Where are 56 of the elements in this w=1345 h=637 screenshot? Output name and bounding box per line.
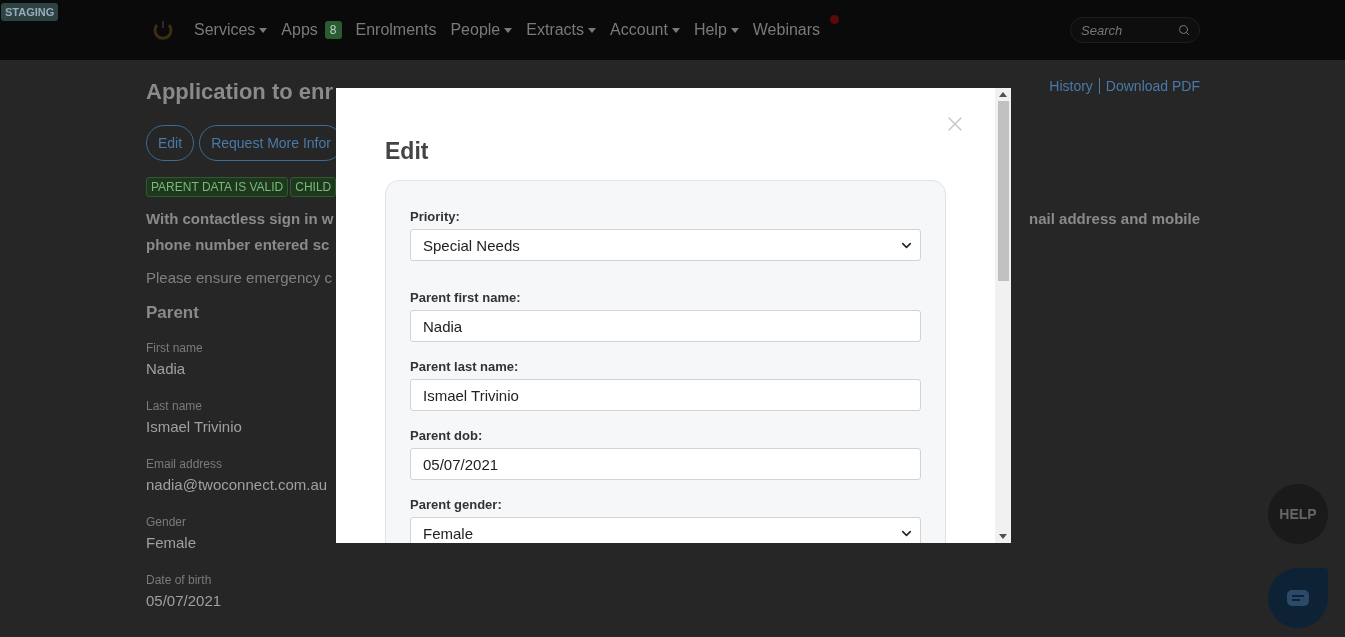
field-value: 05/07/2021 [146,591,222,611]
history-link[interactable]: History [1049,78,1093,94]
input-field[interactable]: Nadia [410,310,921,342]
notice-text: With contactless sign in w phone number entered sc [146,209,334,255]
dialog-title: Edit [385,138,430,164]
input-field[interactable]: 05/07/2021 [410,448,921,480]
nav-link[interactable]: Extracts [526,13,597,47]
form-label: Parent gender: [410,497,503,512]
form-label: Parent first name: [410,290,522,305]
logo-icon [152,19,174,41]
search-icon [1178,24,1190,36]
nav-link[interactable]: Enrolments [355,13,437,47]
caret-icon [730,27,739,33]
page-title: Application to enr [146,78,333,106]
select-field[interactable]: Female [410,517,921,543]
section-heading: Parent [146,302,200,324]
field-label: Date of birth [146,572,212,588]
scroll-up-icon[interactable] [999,92,1007,97]
download-link[interactable]: Download PDF [1105,78,1200,94]
field-label: Last name [146,398,203,414]
select-field[interactable]: Special Needs [410,229,921,261]
caret-icon [588,27,597,33]
staging-badge: STAGING [1,3,59,21]
info-text: Please ensure emergency c [146,268,333,288]
field-value: Female [146,533,197,553]
form-label: Parent dob: [410,428,484,443]
field-label: First name [146,340,203,356]
caret-icon [259,27,268,33]
notification-dot [830,15,840,24]
nav-link[interactable]: Apps 8 [281,13,342,47]
form-label: Priority: [410,209,461,224]
scrollbar[interactable] [995,88,1011,543]
field-label: Email address [146,456,223,472]
nav-link[interactable]: Services [194,13,268,47]
status-tag: CHILD [290,177,337,197]
form-label: Parent last name: [410,359,520,374]
scroll-down-icon[interactable] [999,534,1007,539]
scroll-thumb[interactable] [997,101,1009,281]
field-value: Nadia [146,359,186,379]
caret-icon [671,27,680,33]
caret-icon [504,27,513,33]
input-field[interactable]: Ismael Trivinio [410,379,921,411]
field-value: nadia@twoconnect.com.au [146,475,328,495]
notice-text: nail address and mobile [1029,209,1200,229]
nav-link[interactable]: Account [610,13,680,47]
chat-icon [1287,590,1309,606]
field-value: Ismael Trivinio [146,417,242,437]
nav-link[interactable]: Webinars [752,13,840,47]
nav-link[interactable]: People [450,13,513,47]
help-button[interactable]: HELP [1268,484,1328,544]
status-tag: PARENT DATA IS VALID [146,177,289,197]
field-label: Gender [146,514,187,530]
search-field[interactable]: Search [1070,17,1200,43]
nav-link[interactable]: Help [693,13,739,47]
chat-button[interactable] [1268,568,1328,628]
count-badge: 8 [324,21,342,39]
